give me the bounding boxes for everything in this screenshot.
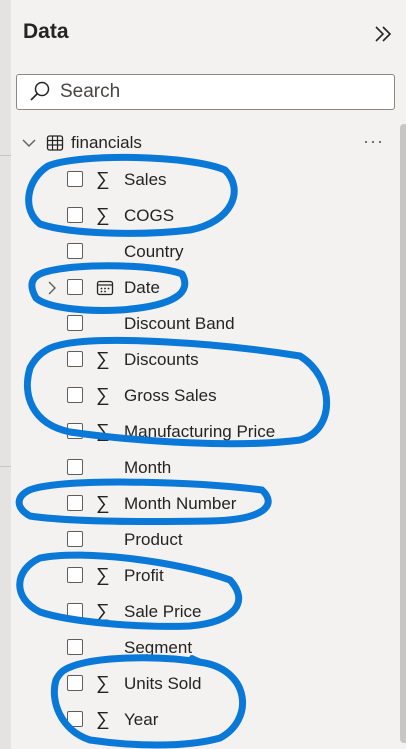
field-name: Sales — [124, 170, 167, 189]
search-box[interactable] — [16, 74, 395, 110]
field-name: Discount Band — [124, 314, 235, 333]
search-input[interactable] — [58, 80, 382, 104]
field-name: Month Number — [124, 494, 237, 513]
field-row[interactable]: Discount Band — [11, 309, 386, 339]
field-name: Month — [124, 458, 172, 477]
sigma-icon: ∑ — [96, 169, 110, 190]
sigma-icon: ∑ — [96, 709, 110, 730]
sigma-icon: ∑ — [96, 673, 110, 694]
data-pane: Data financials ··· ∑ Sales ∑ COGS Country Da… — [11, 0, 406, 749]
field-name: Manufacturing Price — [124, 422, 276, 441]
chevron-down-icon[interactable] — [21, 135, 37, 151]
table-icon — [46, 135, 64, 151]
field-name: Gross Sales — [124, 386, 217, 405]
sigma-icon: ∑ — [96, 565, 110, 586]
field-row[interactable]: ∑ Sale Price — [11, 597, 386, 627]
field-row[interactable]: ∑ Sales — [11, 165, 386, 195]
sigma-icon: ∑ — [96, 601, 110, 622]
field-name: Product — [124, 530, 183, 549]
field-checkbox[interactable] — [67, 171, 83, 187]
scrollbar-thumb[interactable] — [400, 124, 406, 743]
field-row[interactable]: Month — [11, 453, 386, 483]
field-row[interactable]: Segment — [11, 633, 386, 663]
field-row[interactable]: Country — [11, 237, 386, 267]
field-checkbox[interactable] — [67, 459, 83, 475]
field-name: Year — [124, 710, 159, 729]
field-checkbox[interactable] — [67, 675, 83, 691]
field-name: Segment — [124, 638, 193, 657]
field-row[interactable]: ∑ Manufacturing Price — [11, 417, 386, 447]
sigma-icon: ∑ — [96, 385, 110, 406]
field-name: COGS — [124, 206, 175, 225]
field-checkbox[interactable] — [67, 639, 83, 655]
field-checkbox[interactable] — [67, 387, 83, 403]
field-checkbox[interactable] — [67, 495, 83, 511]
field-checkbox[interactable] — [67, 315, 83, 331]
pane-title: Data — [23, 20, 69, 43]
field-checkbox[interactable] — [67, 603, 83, 619]
calendar-icon — [96, 277, 116, 299]
sigma-icon: ∑ — [96, 421, 110, 442]
canvas-edge — [0, 0, 11, 749]
field-name: Sale Price — [124, 602, 202, 621]
field-row[interactable]: ∑ Discounts — [11, 345, 386, 375]
field-checkbox[interactable] — [67, 243, 83, 259]
table-financials[interactable]: financials — [11, 130, 391, 156]
field-name: Profit — [124, 566, 164, 585]
divider — [0, 155, 11, 156]
field-row[interactable]: ∑ Month Number — [11, 489, 386, 519]
sigma-icon: ∑ — [96, 493, 110, 514]
field-row[interactable]: ∑ Profit — [11, 561, 386, 591]
field-name: Country — [124, 242, 184, 261]
field-row[interactable]: ∑ Units Sold — [11, 669, 386, 699]
field-checkbox[interactable] — [67, 711, 83, 727]
field-checkbox[interactable] — [67, 351, 83, 367]
field-checkbox[interactable] — [67, 567, 83, 583]
sigma-icon: ∑ — [96, 205, 110, 226]
more-options-button[interactable]: ··· — [363, 131, 384, 152]
table-name: financials — [71, 133, 142, 152]
field-checkbox[interactable] — [67, 207, 83, 223]
field-name: Units Sold — [124, 674, 202, 693]
collapse-pane-button[interactable] — [369, 20, 397, 48]
field-row[interactable]: ∑ COGS — [11, 201, 386, 231]
double-chevron-right-icon — [375, 26, 392, 42]
search-icon — [30, 81, 50, 101]
field-checkbox[interactable] — [67, 531, 83, 547]
field-row[interactable]: ∑ Year — [11, 705, 386, 735]
field-name: Discounts — [124, 350, 199, 369]
chevron-right-icon[interactable] — [45, 280, 59, 296]
field-checkbox[interactable] — [67, 279, 83, 295]
field-row[interactable]: ∑ Gross Sales — [11, 381, 386, 411]
field-row[interactable]: Date — [11, 273, 386, 303]
field-checkbox[interactable] — [67, 423, 83, 439]
divider — [0, 466, 11, 467]
field-row[interactable]: Product — [11, 525, 386, 555]
field-name: Date — [124, 278, 160, 297]
sigma-icon: ∑ — [96, 349, 110, 370]
